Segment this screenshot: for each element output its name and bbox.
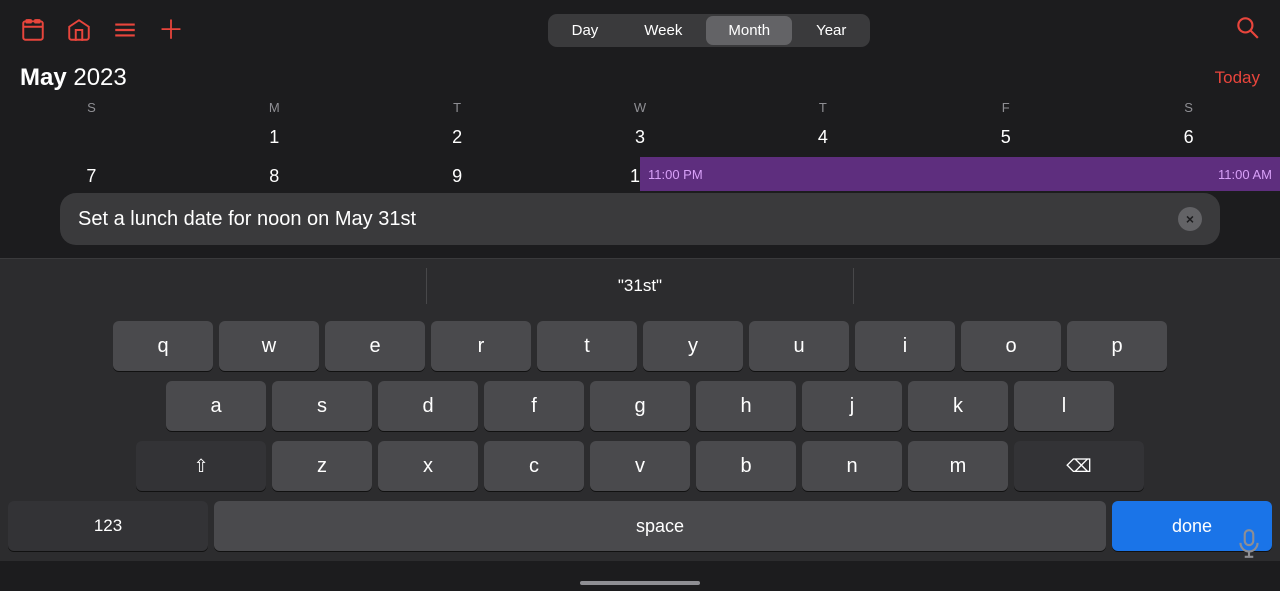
inbox-icon[interactable] — [66, 17, 92, 43]
day-headers: S M T W T F S — [0, 94, 1280, 119]
day-header-s2: S — [1097, 98, 1280, 117]
key-a[interactable]: a — [166, 381, 266, 431]
day-header-w: W — [549, 98, 732, 117]
numbers-key[interactable]: 123 — [8, 501, 208, 551]
top-bar: ＋ Day Week Month Year — [0, 0, 1280, 60]
key-k[interactable]: k — [908, 381, 1008, 431]
calendar-icon[interactable] — [20, 17, 46, 43]
cell-4[interactable]: 4 — [731, 119, 914, 156]
key-x[interactable]: x — [378, 441, 478, 491]
home-indicator — [580, 581, 700, 585]
segment-month[interactable]: Month — [706, 16, 792, 45]
cell-2[interactable]: 2 — [366, 119, 549, 156]
cell-1[interactable]: 1 — [183, 119, 366, 156]
keyboard-row-1: q w e r t y u i o p — [4, 321, 1276, 371]
calendar-row-1: 1 2 3 4 5 6 — [0, 119, 1280, 156]
key-c[interactable]: c — [484, 441, 584, 491]
search-input-container: × — [60, 193, 1220, 245]
space-key[interactable]: space — [214, 501, 1106, 551]
month-label: May — [20, 64, 67, 91]
key-p[interactable]: p — [1067, 321, 1167, 371]
search-input[interactable] — [78, 208, 1170, 231]
clear-button[interactable]: × — [1178, 207, 1202, 231]
keyboard-row-2: a s d f g h j k l — [4, 381, 1276, 431]
search-icon[interactable] — [1234, 14, 1260, 46]
cell-8[interactable]: 8 — [183, 158, 366, 195]
key-g[interactable]: g — [590, 381, 690, 431]
day-header-f: F — [914, 98, 1097, 117]
cell-3[interactable]: 3 — [549, 119, 732, 156]
segment-day[interactable]: Day — [550, 16, 621, 45]
key-e[interactable]: e — [325, 321, 425, 371]
today-button[interactable]: Today — [1215, 68, 1260, 88]
key-b[interactable]: b — [696, 441, 796, 491]
key-d[interactable]: d — [378, 381, 478, 431]
key-l[interactable]: l — [1014, 381, 1114, 431]
key-s[interactable]: s — [272, 381, 372, 431]
backspace-key[interactable]: ⌫ — [1014, 441, 1144, 491]
view-segment-control: Day Week Month Year — [548, 14, 871, 47]
day-header-t2: T — [731, 98, 914, 117]
keyboard: q w e r t y u i o p a s d f g h j k l ⇧ … — [0, 313, 1280, 561]
event-bar[interactable]: 11:00 PM 11:00 AM — [640, 157, 1280, 191]
day-header-s1: S — [0, 98, 183, 117]
key-z[interactable]: z — [272, 441, 372, 491]
day-header-t1: T — [366, 98, 549, 117]
key-q[interactable]: q — [113, 321, 213, 371]
calendar-header: May 2023 Today — [0, 60, 1280, 94]
cell-9[interactable]: 9 — [366, 158, 549, 195]
key-n[interactable]: n — [802, 441, 902, 491]
key-r[interactable]: r — [431, 321, 531, 371]
cell-6[interactable]: 6 — [1097, 119, 1280, 156]
event-end-time: 11:00 AM — [1218, 167, 1272, 182]
list-icon[interactable] — [112, 17, 138, 43]
cell-7[interactable]: 7 — [0, 158, 183, 195]
add-event-button[interactable]: ＋ — [158, 17, 184, 43]
segment-year[interactable]: Year — [794, 16, 868, 45]
prediction-left — [0, 278, 426, 294]
key-j[interactable]: j — [802, 381, 902, 431]
toolbar-left: ＋ — [20, 17, 184, 43]
key-o[interactable]: o — [961, 321, 1061, 371]
key-w[interactable]: w — [219, 321, 319, 371]
cell-empty — [0, 119, 183, 156]
key-y[interactable]: y — [643, 321, 743, 371]
key-u[interactable]: u — [749, 321, 849, 371]
key-h[interactable]: h — [696, 381, 796, 431]
event-bar-text: 11:00 PM — [648, 167, 703, 182]
prediction-right — [854, 278, 1280, 294]
key-f[interactable]: f — [484, 381, 584, 431]
key-m[interactable]: m — [908, 441, 1008, 491]
prediction-bar: "31st" — [0, 259, 1280, 313]
year-label: 2023 — [73, 64, 126, 91]
month-year-label: May 2023 — [20, 64, 127, 92]
segment-week[interactable]: Week — [622, 16, 704, 45]
shift-key[interactable]: ⇧ — [136, 441, 266, 491]
key-t[interactable]: t — [537, 321, 637, 371]
prediction-center[interactable]: "31st" — [427, 268, 853, 304]
key-v[interactable]: v — [590, 441, 690, 491]
key-i[interactable]: i — [855, 321, 955, 371]
keyboard-row-3: ⇧ z x c v b n m ⌫ — [4, 441, 1276, 491]
day-header-m: M — [183, 98, 366, 117]
microphone-icon[interactable] — [1236, 528, 1262, 567]
cell-5[interactable]: 5 — [914, 119, 1097, 156]
keyboard-row-4: 123 space done — [4, 501, 1276, 551]
